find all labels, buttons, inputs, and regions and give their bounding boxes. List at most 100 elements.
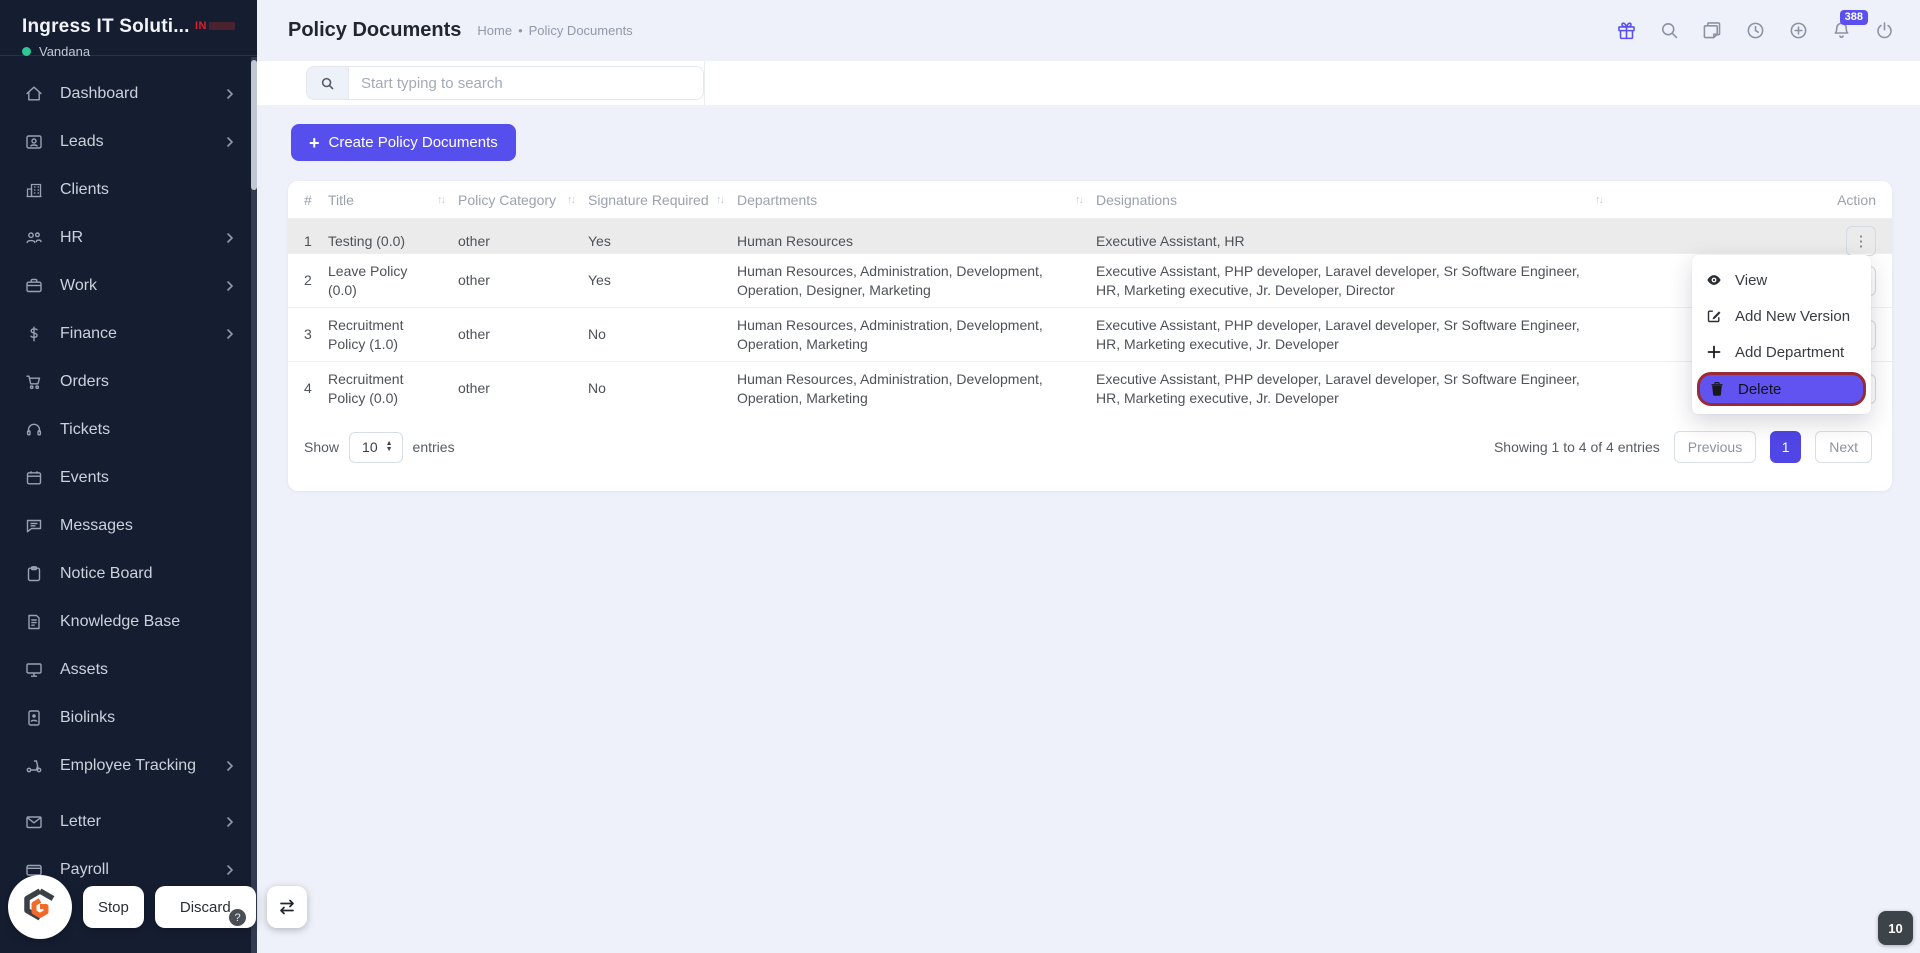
calendar-icon (24, 468, 44, 488)
column-departments[interactable]: Departments ↑↓ (737, 192, 1096, 208)
entries-label: entries (412, 439, 455, 455)
notes-icon[interactable] (1700, 19, 1724, 43)
sidebar-item-label: Leads (60, 133, 104, 150)
sidebar-item-label: Dashboard (60, 85, 139, 102)
sort-icon[interactable]: ↑↓ (716, 194, 725, 206)
column-signature-required[interactable]: Signature Required ↑↓ (588, 192, 737, 208)
row-actions-kebab-button[interactable] (1846, 226, 1876, 256)
sort-icon[interactable]: ↑↓ (567, 194, 576, 206)
page-1-button[interactable]: 1 (1770, 431, 1802, 463)
sidebar-item-tickets[interactable]: Tickets (0, 406, 257, 454)
sidebar: Ingress IT Soluti... IN Vandana Dashboar… (0, 0, 257, 953)
entries-select[interactable]: 10 ▲ ▼ (349, 431, 403, 463)
briefcase-icon (24, 276, 44, 296)
previous-page-button[interactable]: Previous (1673, 431, 1757, 463)
sort-icon[interactable]: ↑↓ (1075, 194, 1084, 206)
cell-departments: Human Resources, Administration, Develop… (737, 370, 1043, 406)
sidebar-item-label: Notice Board (60, 565, 153, 582)
sidebar-item-employee-tracking[interactable]: Employee Tracking (0, 742, 257, 790)
sidebar-item-events[interactable]: Events (0, 454, 257, 502)
cell-departments: Human Resources, Administration, Develop… (737, 262, 1043, 298)
sidebar-scrollbar-track (251, 57, 257, 953)
breadcrumb-current: Policy Documents (528, 23, 633, 38)
chevron-right-icon (223, 279, 237, 293)
plus-circle-icon[interactable] (1786, 19, 1810, 43)
create-policy-documents-button[interactable]: + Create Policy Documents (291, 124, 516, 161)
menu-item-delete[interactable]: Delete (1697, 372, 1866, 406)
column-policy-category[interactable]: Policy Category ↑↓ (458, 192, 588, 208)
cell-title: Recruitment Policy (0.0) (328, 370, 404, 406)
envelope-icon (24, 812, 44, 832)
stop-button[interactable]: Stop (83, 886, 144, 928)
sidebar-item-letter[interactable]: Letter (0, 798, 257, 846)
notification-badge: 388 (1839, 9, 1868, 25)
sort-icon[interactable]: ↑↓ (1595, 194, 1604, 206)
cell-title: Leave Policy (0.0) (328, 262, 408, 298)
cell-departments: Human Resources (737, 232, 853, 249)
row-action-menu: View Add New Version Add Department Dele… (1692, 255, 1871, 414)
cell-designations: Executive Assistant, HR (1096, 232, 1245, 249)
sidebar-item-hr[interactable]: HR (0, 214, 257, 262)
sidebar-item-label: Employee Tracking (60, 757, 197, 774)
chevron-right-icon (223, 135, 237, 149)
search-icon[interactable] (1657, 19, 1681, 43)
sidebar-item-leads[interactable]: Leads (0, 118, 257, 166)
chevron-right-icon (223, 759, 237, 773)
sidebar-item-assets[interactable]: Assets (0, 646, 257, 694)
menu-item-view[interactable]: View (1692, 262, 1871, 298)
column-title[interactable]: Title ↑↓ (328, 192, 458, 208)
menu-item-add-department[interactable]: Add Department (1692, 334, 1871, 370)
agent-control-widget: Stop Discard ? (8, 875, 307, 939)
clipboard-icon (24, 564, 44, 584)
sidebar-item-orders[interactable]: Orders (0, 358, 257, 406)
table-row: 3 Recruitment Policy (1.0) other No Huma… (288, 307, 1892, 361)
sidebar-item-label: Messages (60, 517, 133, 534)
sidebar-item-biolinks[interactable]: Biolinks (0, 694, 257, 742)
search-box (306, 66, 704, 100)
chevron-right-icon (223, 327, 237, 341)
sidebar-scrollbar-thumb[interactable] (251, 60, 257, 190)
breadcrumb: Home • Policy Documents (477, 23, 632, 38)
sidebar-item-dashboard[interactable]: Dashboard (0, 70, 257, 118)
cell-signature-required: No (588, 380, 606, 396)
search-toolbar (257, 61, 1920, 105)
cell-designations: Executive Assistant, PHP developer, Lara… (1096, 316, 1580, 352)
menu-item-add-new-version[interactable]: Add New Version (1692, 298, 1871, 334)
eye-icon (1706, 272, 1722, 288)
clock-icon[interactable] (1743, 19, 1767, 43)
power-icon[interactable] (1872, 19, 1896, 43)
main-content: Policy Documents Home • Policy Documents… (257, 0, 1920, 953)
table-row: 2 Leave Policy (0.0) other Yes Human Res… (288, 253, 1892, 307)
plus-icon (1706, 344, 1722, 360)
sort-icon[interactable]: ↑↓ (437, 194, 446, 206)
sidebar-item-label: Clients (60, 181, 109, 198)
cell-designations: Executive Assistant, PHP developer, Lara… (1096, 262, 1580, 298)
sidebar-item-messages[interactable]: Messages (0, 502, 257, 550)
show-label: Show (304, 439, 340, 455)
sidebar-item-knowledge-base[interactable]: Knowledge Base (0, 598, 257, 646)
cell-policy-category: other (458, 326, 490, 342)
entries-value: 10 (362, 439, 378, 455)
next-page-button[interactable]: Next (1815, 431, 1872, 463)
chevron-right-icon (223, 231, 237, 245)
agent-logo-icon[interactable] (8, 875, 72, 939)
trash-icon (1709, 381, 1725, 397)
cell-policy-category: other (458, 272, 490, 288)
sidebar-item-notice-board[interactable]: Notice Board (0, 550, 257, 598)
swap-icon[interactable] (266, 886, 307, 928)
id-card-icon (24, 708, 44, 728)
sidebar-item-work[interactable]: Work (0, 262, 257, 310)
page-title: Policy Documents (288, 19, 462, 41)
column-designations[interactable]: Designations ↑↓ (1096, 192, 1616, 208)
search-input[interactable] (349, 67, 703, 99)
cart-icon (24, 372, 44, 392)
sidebar-item-label: Tickets (60, 421, 111, 438)
sidebar-item-finance[interactable]: Finance (0, 310, 257, 358)
sidebar-item-label: HR (60, 229, 84, 246)
gift-icon[interactable] (1614, 19, 1638, 43)
bell-icon[interactable]: 388 (1829, 9, 1868, 43)
breadcrumb-home[interactable]: Home (477, 23, 512, 38)
sidebar-item-clients[interactable]: Clients (0, 166, 257, 214)
sidebar-item-label: Orders (60, 373, 109, 390)
help-badge[interactable]: ? (229, 909, 246, 926)
